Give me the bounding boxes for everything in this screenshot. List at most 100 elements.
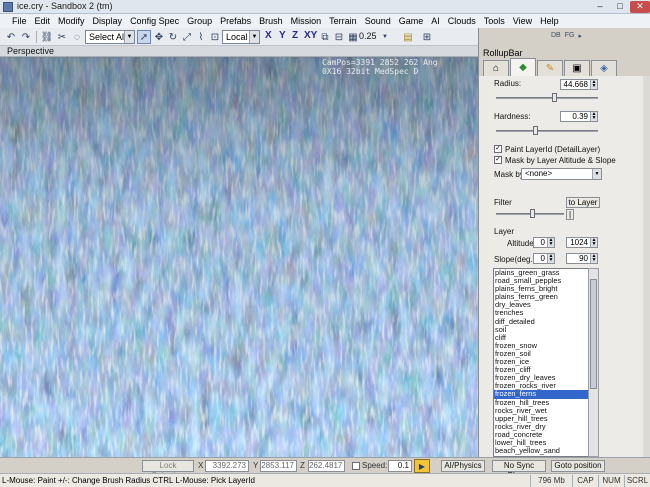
status-bar: L-Mouse: Paint +/-: Change Brush Radius … — [0, 473, 650, 487]
scroll-lock-indicator: SCRL — [624, 475, 650, 487]
tab-layers[interactable]: ◈ — [591, 60, 617, 76]
layer-list-item[interactable]: beach_yellow_sand — [494, 446, 588, 455]
select-lasso-icon[interactable]: ◌ — [70, 30, 84, 44]
spin-arrows-icon[interactable]: ▲ ▼ — [590, 112, 597, 121]
undo-icon[interactable]: ↶ — [4, 30, 18, 44]
axis-z-button[interactable]: Z — [292, 30, 298, 41]
spin-arrows-icon[interactable]: ▲ ▼ — [590, 238, 597, 247]
rotate-tool-icon[interactable]: ↻ — [166, 30, 180, 44]
spin-arrows-icon[interactable]: ▲ ▼ — [547, 238, 554, 247]
menu-display[interactable]: Display — [89, 16, 127, 26]
redo-icon[interactable]: ↷ — [19, 30, 33, 44]
menu-brush[interactable]: Brush — [255, 16, 287, 26]
menu-prefabs[interactable]: Prefabs — [216, 16, 255, 26]
fg-icon[interactable]: FG — [565, 32, 575, 40]
layer-list-item[interactable]: soil — [494, 325, 588, 334]
no-sync-player-button[interactable]: No Sync Player — [492, 460, 546, 480]
filter-slider-thumb[interactable] — [530, 209, 536, 218]
rollup-scrollbar[interactable] — [643, 76, 650, 457]
menu-terrain[interactable]: Terrain — [325, 16, 361, 26]
grid-size-value[interactable]: 0.25 — [359, 31, 377, 41]
menu-modify[interactable]: Modify — [54, 16, 89, 26]
menu-clouds[interactable]: Clouds — [444, 16, 480, 26]
axis-xy-button[interactable]: XY — [304, 30, 317, 41]
mask-altitude-label: Mask by Layer Altitude & Slope — [505, 156, 616, 165]
perspective-viewport[interactable]: CamPos=3391 2852 262 Ang 0X16 32bit MedS… — [0, 57, 478, 457]
spin-arrows-icon[interactable]: ▲ ▼ — [547, 254, 554, 263]
scale-tool-icon[interactable]: ⤢ — [180, 30, 194, 44]
tab-objects[interactable]: ⌂ — [483, 60, 509, 76]
tab-display[interactable]: ▣ — [564, 60, 590, 76]
terrain-follow-icon[interactable]: ⧉ — [318, 30, 332, 44]
minimize-button[interactable]: – — [590, 1, 610, 13]
menu-file[interactable]: File — [8, 16, 31, 26]
maximize-button[interactable]: □ — [610, 1, 630, 13]
radius-input[interactable]: 44.668 ▲ ▼ — [560, 79, 598, 90]
radius-slider-thumb[interactable] — [551, 93, 557, 102]
close-button[interactable]: ✕ — [630, 1, 650, 13]
ai-physics-button[interactable]: AI/Physics — [441, 460, 485, 472]
link-icon[interactable]: ⛓ — [40, 30, 54, 44]
slope-max-input[interactable]: 90 ▲ ▼ — [566, 253, 598, 264]
axis-y-button[interactable]: Y — [279, 30, 286, 41]
goto-position-button[interactable]: Goto position — [551, 460, 605, 472]
db-icon[interactable]: DB — [551, 32, 561, 40]
hardness-slider-thumb[interactable] — [533, 126, 539, 135]
mask-by-select[interactable]: <none> ▼ — [521, 168, 602, 180]
viewport-label[interactable]: Perspective — [7, 46, 54, 56]
to-layer-button[interactable]: to Layer — [566, 197, 600, 208]
slope-min-input[interactable]: 0 ▲ ▼ — [533, 253, 555, 264]
properties-icon[interactable]: ▤ — [401, 30, 415, 44]
coord-system-combo[interactable]: Local ▼ — [222, 30, 260, 44]
altitude-min-input[interactable]: 0 ▲ ▼ — [533, 237, 555, 248]
speed-field[interactable]: 0.1 — [388, 460, 412, 472]
menu-tools[interactable]: Tools — [480, 16, 509, 26]
layer-list-scrollbar[interactable] — [588, 268, 599, 457]
snap-object-icon[interactable]: ⊡ — [208, 30, 222, 44]
selection-mask-combo[interactable]: Select All ▼ — [85, 30, 135, 44]
speed-preset-icon[interactable]: ▶ — [414, 459, 430, 473]
menu-help[interactable]: Help — [536, 16, 563, 26]
camera-icon[interactable]: ⊞ — [420, 30, 434, 44]
status-message: L-Mouse: Paint +/-: Change Brush Radius … — [2, 476, 255, 485]
y-coord-field[interactable]: 2853.117 — [260, 460, 297, 472]
menu-ai[interactable]: AI — [427, 16, 444, 26]
menu-group[interactable]: Group — [183, 16, 216, 26]
menu-edit[interactable]: Edit — [31, 16, 55, 26]
menu-config-spec[interactable]: Config Spec — [126, 16, 183, 26]
move-tool-icon[interactable]: ✥ — [152, 30, 166, 44]
menu-view[interactable]: View — [509, 16, 536, 26]
grid-dropdown-icon[interactable]: ▼ — [378, 30, 392, 44]
speed-checkbox[interactable] — [352, 462, 360, 470]
axis-x-button[interactable]: X — [265, 30, 272, 41]
filter-apply-button[interactable]: | — [566, 209, 574, 220]
tab-modelling[interactable]: ✎ — [537, 60, 563, 76]
menu-sound[interactable]: Sound — [361, 16, 395, 26]
altitude-max-value: 1024 — [570, 238, 588, 247]
layer-list[interactable]: plains_green_grass road_small_pepples pl… — [493, 268, 589, 457]
spin-arrows-icon[interactable]: ▲ ▼ — [590, 254, 597, 263]
menu-mission[interactable]: Mission — [287, 16, 326, 26]
grid-icon[interactable]: ▦ — [346, 30, 360, 44]
layer-list-item[interactable]: diff_detailed — [494, 317, 588, 326]
layer-list-scroll-thumb[interactable] — [590, 279, 597, 389]
unlink-icon[interactable]: ✂ — [55, 30, 69, 44]
select-tool-icon[interactable]: ➚ — [137, 30, 151, 44]
more-icon[interactable]: ▸ — [578, 32, 582, 40]
menu-game[interactable]: Game — [395, 16, 428, 26]
altitude-max-input[interactable]: 1024 ▲ ▼ — [566, 237, 598, 248]
spin-arrows-icon[interactable]: ▲ ▼ — [590, 80, 597, 89]
align-icon[interactable]: ⊟ — [332, 30, 346, 44]
paint-layer-checkbox[interactable]: ✓ — [494, 145, 502, 153]
lock-selection-button[interactable]: Lock Selection — [142, 460, 194, 480]
hardness-input[interactable]: 0.39 ▲ ▼ — [560, 111, 598, 122]
caps-lock-indicator: CAP — [572, 475, 598, 487]
mask-altitude-checkbox[interactable]: ✓ — [494, 156, 502, 164]
x-coord-field[interactable]: 3392.273 — [205, 460, 249, 472]
objects-icon: ⌂ — [492, 63, 500, 74]
z-coord-field[interactable]: 262.4817 — [308, 460, 345, 472]
slope-label: Slope(deg.) — [494, 255, 536, 264]
tab-terrain[interactable]: ◆ — [510, 58, 536, 76]
snap-terrain-icon[interactable]: ⌇ — [194, 30, 208, 44]
mask-by-label: Mask by — [494, 170, 524, 179]
